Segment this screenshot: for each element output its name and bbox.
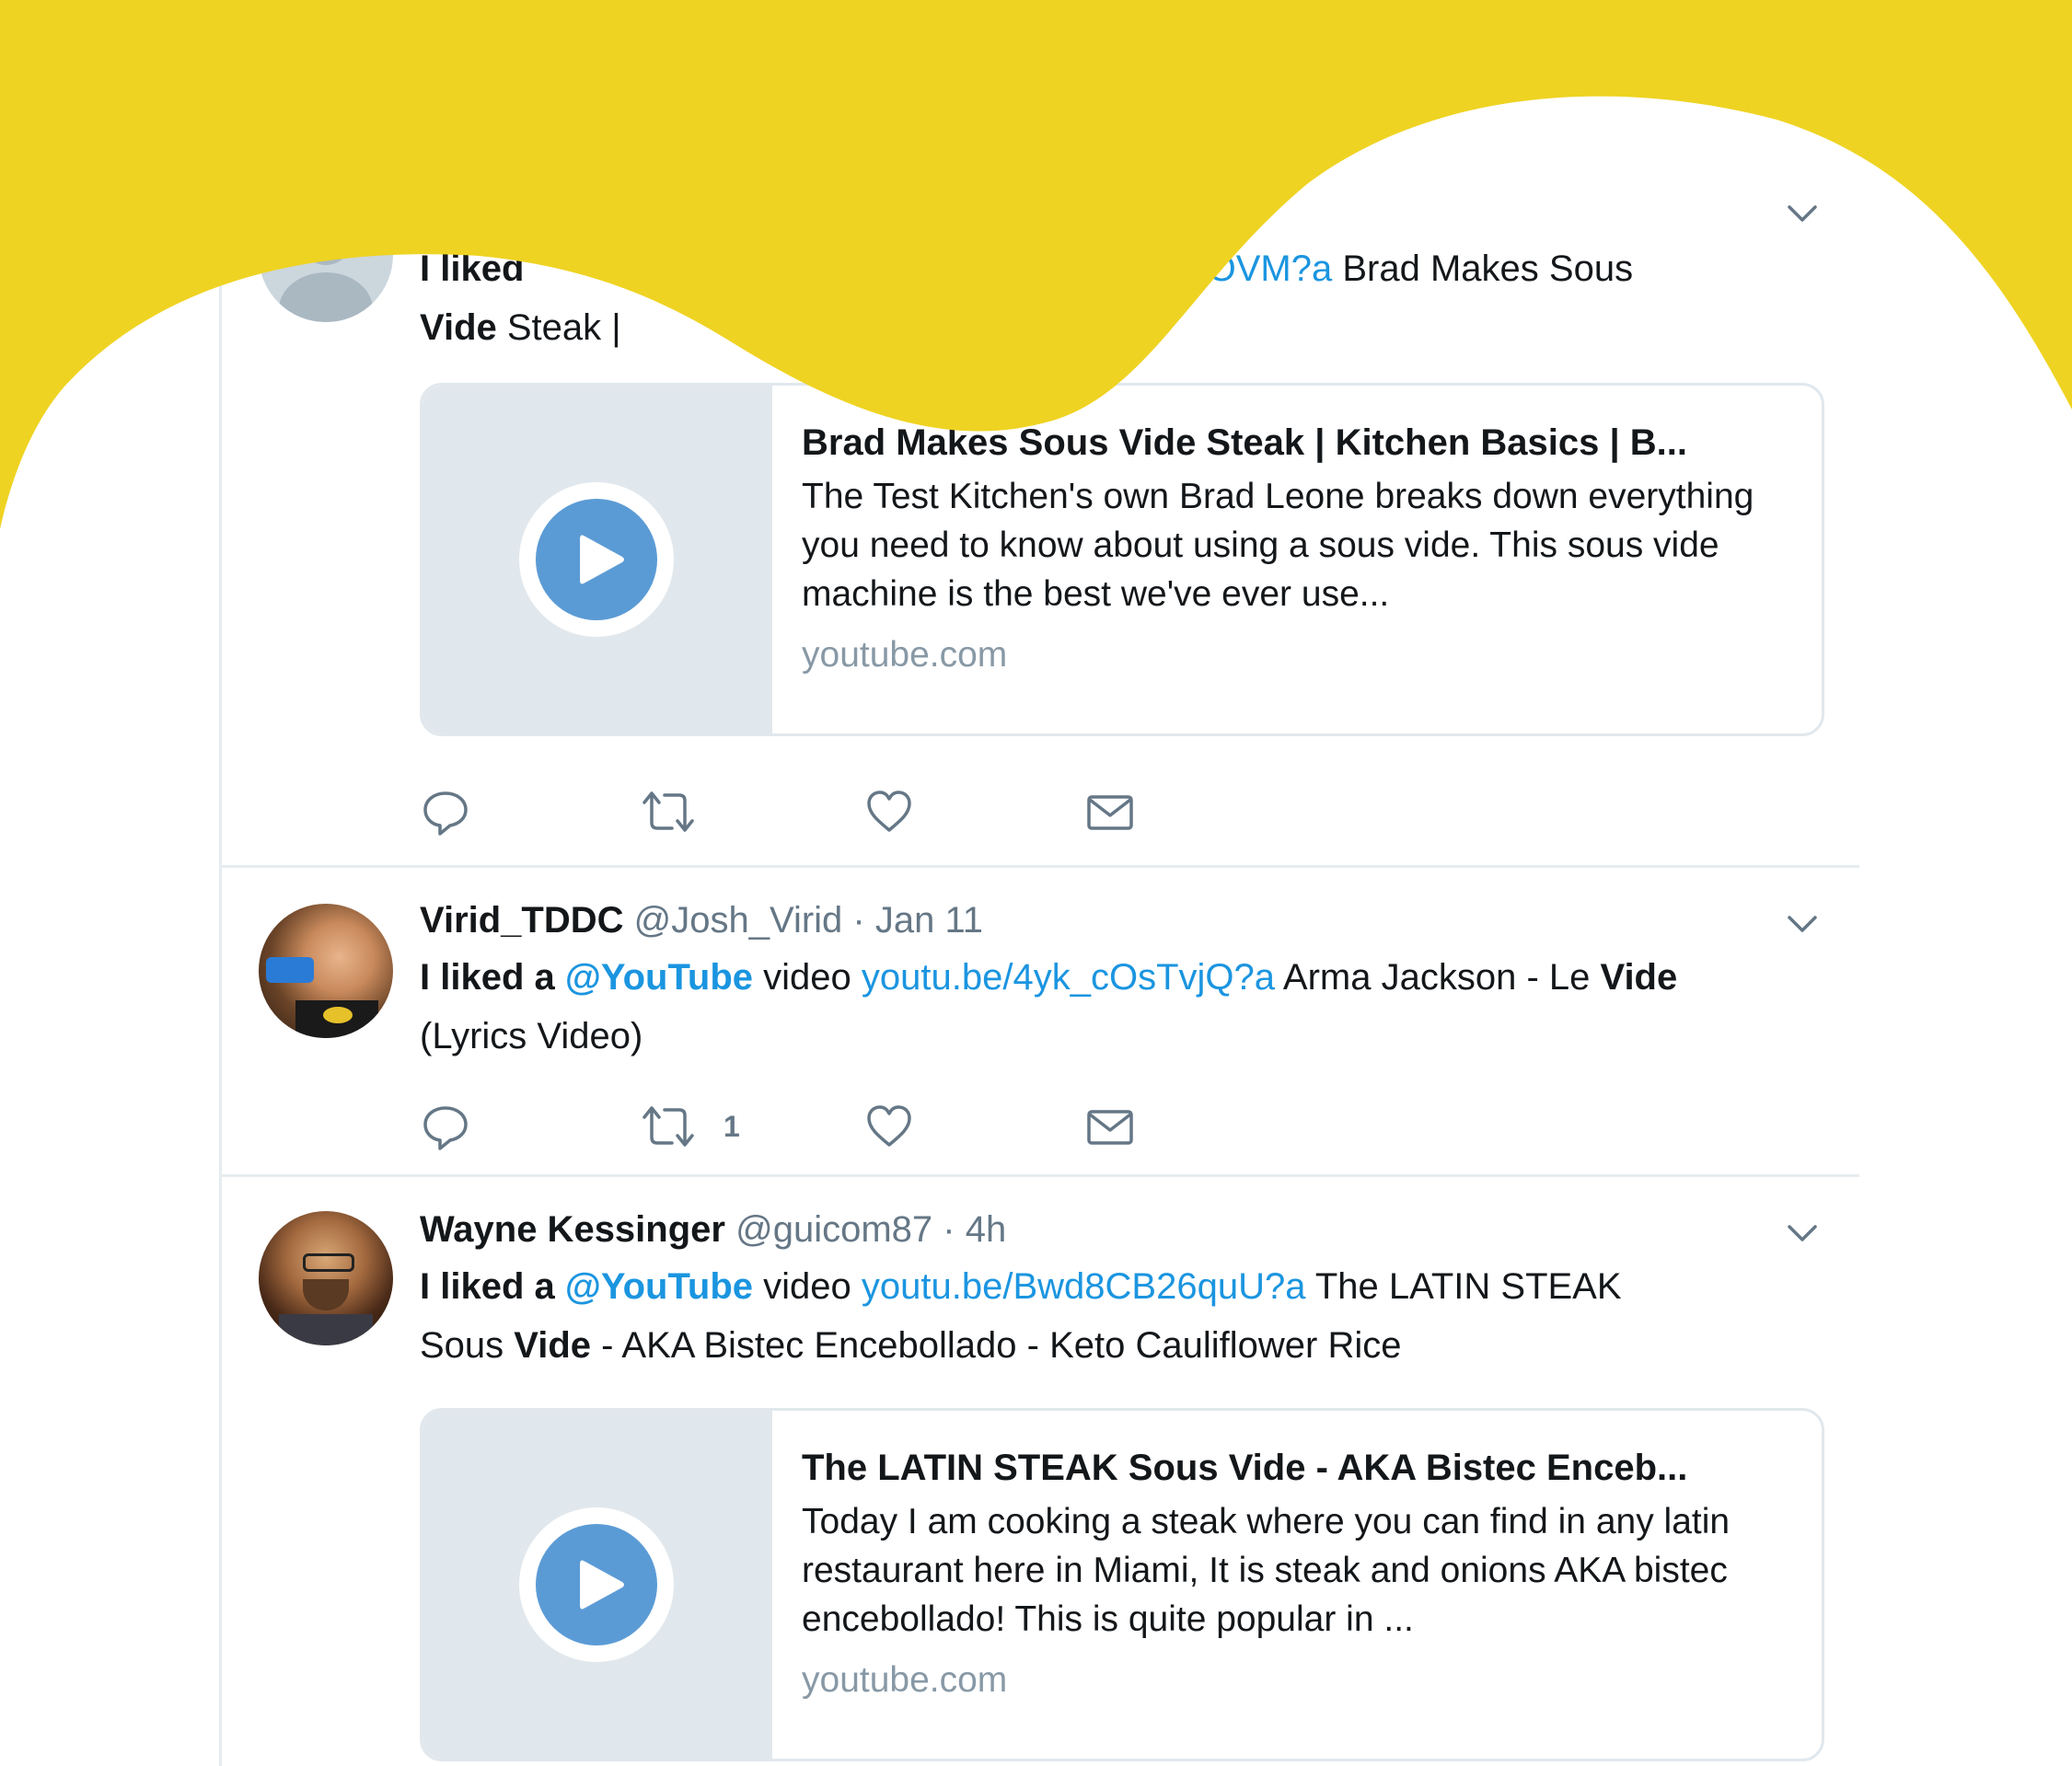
card-thumbnail[interactable] [423, 1411, 772, 1759]
tweet-1[interactable]: I liked OVM?a Brad Makes Sous Vide Steak… [222, 0, 1859, 869]
envelope-icon [1087, 1110, 1133, 1145]
card-domain: youtube.com [802, 1660, 1008, 1700]
card-domain: youtube.com [802, 635, 1008, 675]
tweet-divider [222, 1174, 1859, 1177]
tweet-text-line2: (Lyrics Video) [420, 1016, 643, 1056]
tweet-text-bold-word: Vide [514, 1325, 592, 1366]
link-card[interactable]: Brad Makes Sous Vide Steak | Kitchen Bas… [420, 383, 1824, 736]
tweet-text: I liked OVM?a Brad Makes Sous Vide Steak… [420, 239, 1800, 357]
card-title: Brad Makes Sous Vide Steak | Kitchen Bas… [802, 422, 1688, 463]
retweet-icon [642, 791, 694, 832]
like-button[interactable] [863, 1099, 915, 1154]
reply-button[interactable] [420, 1099, 471, 1154]
avatar-body-shape [279, 272, 373, 322]
reply-button[interactable] [420, 784, 471, 839]
tweet-text-start: I liked [420, 248, 525, 289]
display-name[interactable]: Wayne Kessinger [420, 1209, 725, 1250]
retweet-button[interactable] [641, 784, 723, 839]
screenshot-stage: I liked OVM?a Brad Makes Sous Vide Steak… [0, 0, 2072, 1766]
heart-icon [867, 1105, 911, 1147]
tweet-text-bold-word: Vide [1600, 957, 1678, 998]
retweet-count: 1 [723, 1109, 740, 1143]
mention-link[interactable]: @YouTube [565, 957, 753, 998]
card-description: Today I am cooking a steak where you can… [802, 1502, 1731, 1639]
tweet-text-line2: Steak | [496, 307, 621, 348]
tweet-text-post: Arma Jackson - Le [1275, 957, 1601, 998]
like-button[interactable] [863, 784, 915, 839]
tweet-body: I liked a @YouTube video youtu.be/Bwd8CB… [420, 1257, 1819, 1375]
tweet-text-line2-pre: Sous [420, 1325, 515, 1366]
mention-link[interactable]: @YouTube [565, 1266, 753, 1307]
url-link[interactable]: youtu.be/Bwd8CB26quU?a [862, 1266, 1306, 1307]
retweet-icon [642, 1106, 694, 1147]
url-link[interactable]: youtu.be/4yk_cOsTvjQ?a [862, 957, 1275, 998]
tweet-3[interactable]: Wayne Kessinger @guicom87 · 4h I liked a… [222, 1178, 1859, 1766]
reply-icon [423, 791, 468, 836]
user-handle[interactable]: @Josh_Virid [634, 900, 843, 941]
tweet-text-post: The LATIN STEAK [1305, 1266, 1622, 1307]
card-title: The LATIN STEAK Sous Vide - AKA Bistec E… [802, 1448, 1688, 1488]
dm-button[interactable] [1084, 1099, 1136, 1154]
tweet-text-pre: I liked a [420, 1266, 565, 1307]
envelope-icon [1087, 795, 1133, 830]
card-description: The Test Kitchen's own Brad Leone breaks… [802, 477, 1754, 614]
tweet-text-after-link: Brad Makes Sous [1332, 248, 1634, 289]
tweet-content: Virid_TDDC @Josh_Virid · Jan 11 I liked … [420, 896, 1800, 1066]
tweet-text-pre: I liked a [420, 957, 565, 998]
heart-icon [867, 791, 911, 832]
card-body: The LATIN STEAK Sous Vide - AKA Bistec E… [802, 1444, 1796, 1704]
card-thumbnail[interactable] [423, 386, 772, 733]
tweet-text-mid: video [753, 1266, 862, 1307]
tweet-body: I liked a @YouTube video youtu.be/4yk_cO… [420, 948, 1819, 1066]
card-body: Brad Makes Sous Vide Steak | Kitchen Bas… [802, 419, 1796, 679]
avatar[interactable] [259, 904, 393, 1038]
tweet-header: Wayne Kessinger @guicom87 · 4h [420, 1206, 1800, 1253]
play-icon[interactable] [519, 1507, 674, 1662]
user-handle[interactable]: @guicom87 [735, 1209, 932, 1250]
play-triangle [580, 1560, 624, 1610]
tweet-body: I liked OVM?a Brad Makes Sous Vide Steak… [420, 239, 1819, 357]
tweet-header: Virid_TDDC @Josh_Virid · Jan 11 [420, 896, 1800, 944]
tweet-text-mid: video [753, 957, 862, 998]
tweet-feed: I liked OVM?a Brad Makes Sous Vide Steak… [219, 0, 1859, 1766]
tweet-divider [222, 865, 1859, 868]
tweet-2[interactable]: Virid_TDDC @Josh_Virid · Jan 11 I liked … [222, 869, 1859, 1176]
header-separator: · [852, 900, 865, 941]
play-triangle [580, 535, 624, 584]
tweet-text-line2-post: - AKA Bistec Encebollado - Keto Cauliflo… [591, 1325, 1402, 1366]
avatar[interactable] [259, 188, 393, 322]
tweet-timestamp[interactable]: 4h [966, 1209, 1007, 1250]
header-separator: · [943, 1209, 955, 1250]
tweet-timestamp[interactable]: Jan 11 [875, 900, 983, 941]
link-card[interactable]: The LATIN STEAK Sous Vide - AKA Bistec E… [420, 1408, 1824, 1761]
display-name[interactable]: Virid_TDDC [420, 900, 624, 941]
avatar[interactable] [259, 1211, 393, 1345]
play-icon[interactable] [519, 482, 674, 637]
avatar-head-shape [300, 214, 352, 265]
tweet-link[interactable]: OVM?a [1208, 248, 1333, 289]
reply-icon [423, 1106, 468, 1150]
tweet-content: Wayne Kessinger @guicom87 · 4h I liked a… [420, 1206, 1800, 1375]
retweet-button[interactable]: 1 [641, 1099, 740, 1154]
tweet-text-bold-word: Vide [420, 307, 497, 348]
dm-button[interactable] [1084, 784, 1136, 839]
chevron-down-icon[interactable] [1784, 195, 1821, 232]
